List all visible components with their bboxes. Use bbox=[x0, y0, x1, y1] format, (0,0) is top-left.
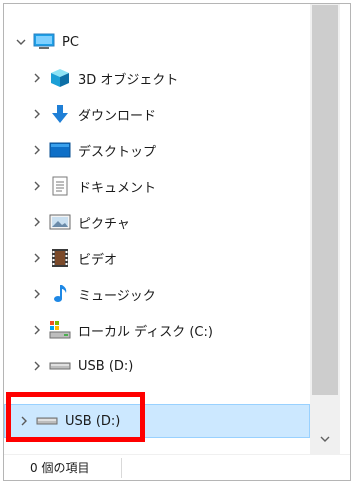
tree-item-pc[interactable]: PC bbox=[4, 28, 310, 56]
pc-monitor-icon bbox=[32, 32, 56, 52]
tree-item-videos[interactable]: ビデオ bbox=[4, 244, 310, 272]
download-arrow-icon bbox=[48, 104, 72, 124]
status-divider bbox=[121, 458, 122, 478]
document-icon bbox=[48, 176, 72, 196]
tree-item-label: PC bbox=[62, 34, 79, 50]
tree-item-downloads[interactable]: ダウンロード bbox=[4, 100, 310, 128]
tree-item-3d-objects[interactable]: 3D オブジェクト bbox=[4, 64, 310, 92]
chevron-right-icon[interactable] bbox=[30, 323, 44, 337]
usb-drive-icon bbox=[48, 356, 72, 376]
chevron-down-icon bbox=[320, 436, 330, 442]
chevron-down-icon[interactable] bbox=[14, 35, 28, 49]
pictures-icon bbox=[48, 212, 72, 232]
status-bar: 0 個の項目 bbox=[4, 454, 350, 480]
item-count: 0 個の項目 bbox=[30, 461, 90, 475]
highlight-annotation-box bbox=[6, 392, 145, 442]
chevron-right-icon[interactable] bbox=[30, 251, 44, 265]
scrollbar-thumb[interactable] bbox=[312, 5, 338, 395]
chevron-right-icon[interactable] bbox=[30, 143, 44, 157]
tree-item-label: ピクチャ bbox=[78, 216, 130, 232]
tree-item-label: ミュージック bbox=[78, 288, 156, 304]
tree-item-label: USB (D:) bbox=[78, 358, 134, 374]
scroll-down-button[interactable] bbox=[310, 426, 340, 452]
tree-item-pictures[interactable]: ピクチャ bbox=[4, 208, 310, 236]
chevron-right-icon[interactable] bbox=[30, 287, 44, 301]
tree-item-music[interactable]: ミュージック bbox=[4, 280, 310, 308]
desktop-icon bbox=[48, 140, 72, 160]
tree-item-local-disk-c[interactable]: ローカル ディスク (C:) bbox=[4, 316, 310, 344]
music-note-icon bbox=[48, 284, 72, 304]
tree-item-label: デスクトップ bbox=[78, 144, 157, 160]
tree-item-documents[interactable]: ドキュメント bbox=[4, 172, 310, 200]
chevron-right-icon[interactable] bbox=[30, 107, 44, 121]
video-icon bbox=[48, 248, 72, 268]
chevron-right-icon[interactable] bbox=[30, 179, 44, 193]
tree-item-label: ビデオ bbox=[78, 252, 118, 268]
tree-item-label: 3D オブジェクト bbox=[78, 72, 179, 88]
navigation-tree: PC 3D オブジェクト ダウンロード デスクトップ ドキュメント ピクチャ ビ… bbox=[4, 4, 310, 454]
tree-item-label: ローカル ディスク (C:) bbox=[78, 324, 213, 340]
tree-item-label: ダウンロード bbox=[78, 108, 157, 124]
3d-objects-icon bbox=[48, 68, 72, 88]
tree-item-usb-d[interactable]: USB (D:) bbox=[4, 352, 310, 380]
chevron-right-icon[interactable] bbox=[30, 359, 44, 373]
tree-item-desktop[interactable]: デスクトップ bbox=[4, 136, 310, 164]
chevron-right-icon[interactable] bbox=[30, 215, 44, 229]
tree-item-label: ドキュメント bbox=[78, 180, 157, 196]
chevron-right-icon[interactable] bbox=[30, 71, 44, 85]
local-disk-icon bbox=[48, 320, 72, 340]
